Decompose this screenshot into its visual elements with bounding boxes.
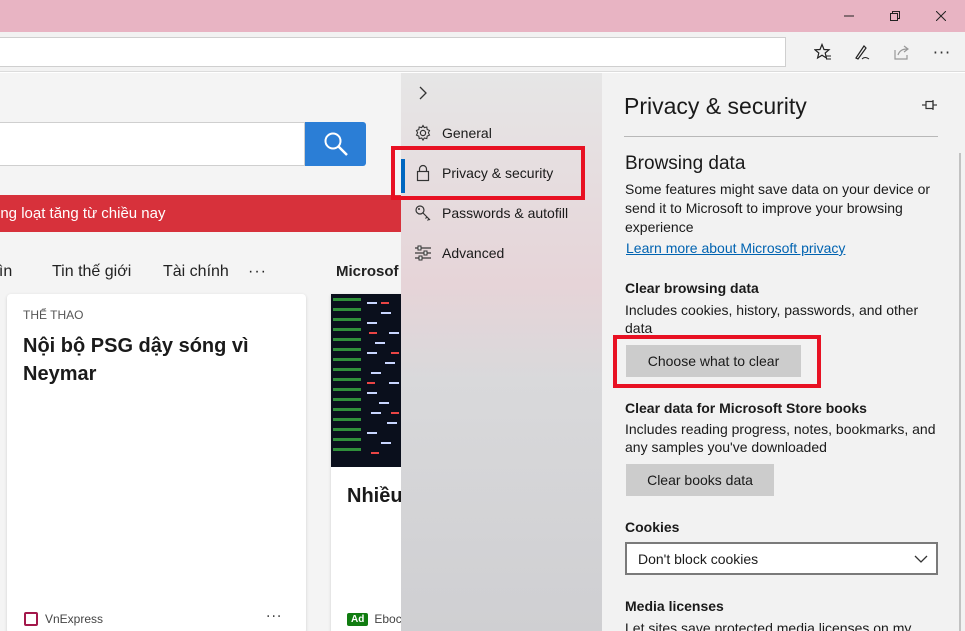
maximize-button[interactable] <box>872 0 918 32</box>
clear-browsing-data-heading: Clear browsing data <box>625 280 759 296</box>
nav-item-label: Passwords & autofill <box>442 205 569 221</box>
pen-icon[interactable] <box>850 40 874 64</box>
news-tab[interactable]: hìn <box>0 263 12 281</box>
card-source: VnExpress <box>24 612 103 626</box>
favorites-star-icon[interactable] <box>811 40 835 64</box>
more-menu-button[interactable]: ··· <box>930 40 954 64</box>
media-licenses-heading: Media licenses <box>625 598 724 614</box>
collapse-chevron-icon[interactable] <box>413 83 433 103</box>
browsing-data-description: Some features might save data on your de… <box>625 181 931 235</box>
key-icon <box>413 204 433 222</box>
sliders-icon <box>413 244 433 262</box>
close-icon <box>936 11 946 21</box>
search-icon <box>324 132 348 156</box>
store-books-heading: Clear data for Microsoft Store books <box>625 400 867 416</box>
restore-icon <box>890 11 900 21</box>
privacy-learn-more-link[interactable]: Learn more about Microsoft privacy <box>626 240 845 256</box>
panel-title: Privacy & security <box>624 93 807 119</box>
search-button[interactable] <box>305 122 366 166</box>
search-input[interactable] <box>0 122 305 166</box>
stock-board-image <box>331 294 403 467</box>
chevron-down-icon <box>914 551 928 567</box>
cookies-select-value: Don't block cookies <box>638 550 759 567</box>
news-card[interactable]: THỂ THAO Nội bộ PSG dậy sóng vì Neymar V… <box>7 294 306 631</box>
highlight-box-privacy <box>391 146 585 200</box>
news-tabs-more[interactable]: ··· <box>248 263 267 281</box>
card-source: Ad Eboc <box>347 612 402 626</box>
divider <box>624 136 938 137</box>
ad-badge: Ad <box>347 612 369 626</box>
card-category: THỂ THAO <box>23 308 84 322</box>
store-books-description: Includes reading progress, notes, bookma… <box>625 421 936 455</box>
clear-books-data-button[interactable]: Clear books data <box>626 464 774 496</box>
pin-icon[interactable] <box>920 97 940 113</box>
card-more-button[interactable]: ··· <box>266 609 282 625</box>
cookies-select[interactable]: Don't block cookies <box>625 542 938 575</box>
browsing-data-heading: Browsing data <box>625 153 746 174</box>
cookies-heading: Cookies <box>625 519 680 535</box>
source-logo-icon <box>24 612 38 626</box>
clear-browsing-data-description: Includes cookies, history, passwords, an… <box>625 302 919 336</box>
section-label: Microsof <box>336 263 399 280</box>
close-button[interactable] <box>918 0 964 32</box>
address-bar[interactable] <box>0 37 786 67</box>
scrollbar[interactable] <box>959 153 961 631</box>
browser-toolbar: ··· <box>0 32 965 72</box>
news-tab-finance[interactable]: Tài chính <box>163 263 229 281</box>
nav-item-label: General <box>442 125 492 141</box>
breaking-news-banner[interactable]: ồng loạt tăng từ chiều nay <box>0 195 402 232</box>
nav-item-label: Advanced <box>442 245 505 261</box>
card-headline[interactable]: Nội bộ PSG dậy sóng vì Neymar <box>23 332 293 388</box>
news-card[interactable]: Nhiều công n miễn p Ad Eboc <box>331 294 403 631</box>
nav-item-advanced[interactable]: Advanced <box>401 233 602 273</box>
highlight-box-choose-what-to-clear <box>613 335 821 388</box>
share-icon[interactable] <box>890 40 914 64</box>
card-headline[interactable]: Nhiều công n miễn p <box>347 482 403 510</box>
news-tab-world[interactable]: Tin thế giới <box>52 263 131 281</box>
media-licenses-description: Let sites save protected media licenses … <box>625 620 912 631</box>
minimize-button[interactable] <box>826 0 872 32</box>
minimize-icon <box>844 15 854 17</box>
gear-icon <box>413 124 433 142</box>
title-bar <box>0 0 965 32</box>
